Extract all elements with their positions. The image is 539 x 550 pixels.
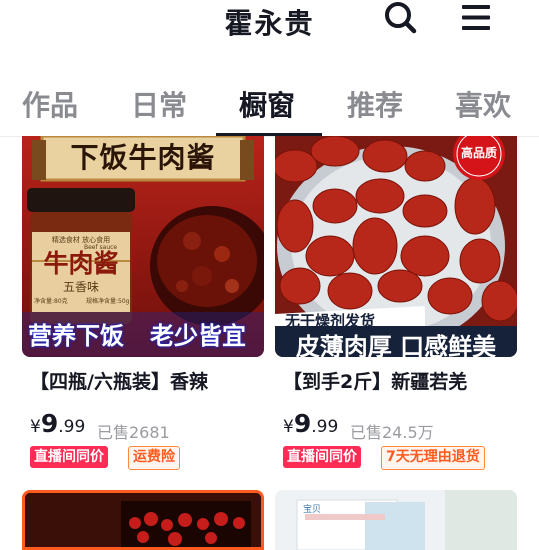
product-image-next-right[interactable]: 宝贝 bbox=[275, 490, 517, 550]
image-banner-text: 下饭牛肉酱 bbox=[70, 141, 216, 174]
search-icon[interactable] bbox=[382, 0, 418, 36]
profile-header: 霍永贵 bbox=[0, 0, 539, 48]
product-title[interactable]: 【到手2斤】新疆若羌 bbox=[283, 367, 467, 394]
image-caption-left: 营养下饭 bbox=[28, 322, 124, 350]
jar-weight-text: 净含量:80克 bbox=[34, 298, 68, 305]
jar-spec-text: 规格净含量:50g bbox=[86, 298, 130, 305]
tag-live-price: 直播间同价 bbox=[30, 446, 108, 468]
price-currency: ¥ bbox=[283, 417, 294, 437]
product-image-next-left[interactable] bbox=[22, 490, 264, 550]
product-image-jujube[interactable]: 高品质 无干燥剂发货 皮薄肉厚 口感鲜美 bbox=[275, 136, 517, 357]
tab-likes[interactable]: 喜欢 bbox=[455, 84, 511, 124]
product-price: ¥9.99 bbox=[283, 409, 338, 438]
sold-count: 已售24.5万 bbox=[350, 423, 434, 442]
profile-tabs: 作品 日常 橱窗 推荐 喜欢 bbox=[0, 72, 539, 137]
price-decimal: .99 bbox=[58, 417, 86, 437]
jar-flavor-text: 五香味 bbox=[62, 280, 99, 294]
tab-recommend[interactable]: 推荐 bbox=[347, 84, 403, 124]
product-image-beef-sauce[interactable]: 下饭牛肉酱 精选食材 放心食用 牛肉酱 Beef sauce 五香味 净含量:8… bbox=[22, 136, 264, 357]
product-price: ¥9.99 bbox=[30, 409, 85, 438]
tab-daily[interactable]: 日常 bbox=[131, 84, 187, 124]
quality-badge-text: 高品质 bbox=[460, 146, 497, 160]
sold-count: 已售2681 bbox=[97, 423, 170, 442]
next-product-label: 宝贝 bbox=[303, 505, 322, 515]
price-currency: ¥ bbox=[30, 417, 41, 437]
image-caption-right: 老少皆宜 bbox=[150, 322, 246, 350]
image-caption: 皮薄肉厚 口感鲜美 bbox=[295, 333, 497, 357]
jar-en-text: Beef sauce bbox=[84, 244, 118, 251]
menu-icon[interactable] bbox=[458, 0, 494, 36]
tab-showcase[interactable]: 橱窗 bbox=[239, 84, 295, 124]
tag-shipping-insurance: 运费险 bbox=[128, 446, 180, 470]
price-integer: 9 bbox=[40, 409, 59, 438]
price-decimal: .99 bbox=[311, 417, 339, 437]
tag-live-price: 直播间同价 bbox=[283, 446, 361, 468]
tab-works[interactable]: 作品 bbox=[22, 84, 78, 124]
tag-7day-return: 7天无理由退货 bbox=[381, 446, 485, 470]
product-title[interactable]: 【四瓶/六瓶装】香辣 bbox=[30, 367, 208, 394]
price-integer: 9 bbox=[293, 409, 312, 438]
